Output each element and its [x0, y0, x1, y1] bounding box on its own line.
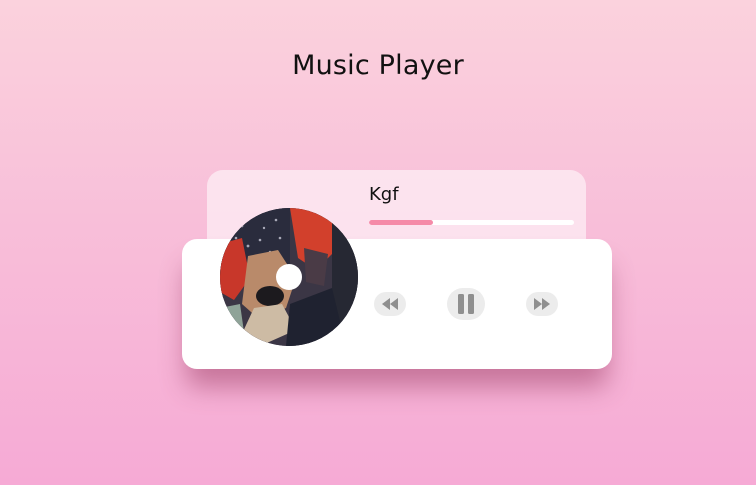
pause-icon [458, 294, 474, 314]
progress-bar[interactable] [369, 220, 574, 225]
next-track-button[interactable] [526, 292, 558, 316]
rewind-icon [382, 298, 398, 310]
play-pause-button[interactable] [447, 288, 485, 320]
fast-forward-icon [534, 298, 550, 310]
progress-bar-fill [369, 220, 433, 225]
track-name: Kgf [369, 184, 399, 205]
album-art-disc [220, 208, 358, 346]
disc-center-hole [276, 264, 302, 290]
page-title: Music Player [292, 50, 464, 81]
previous-track-button[interactable] [374, 292, 406, 316]
